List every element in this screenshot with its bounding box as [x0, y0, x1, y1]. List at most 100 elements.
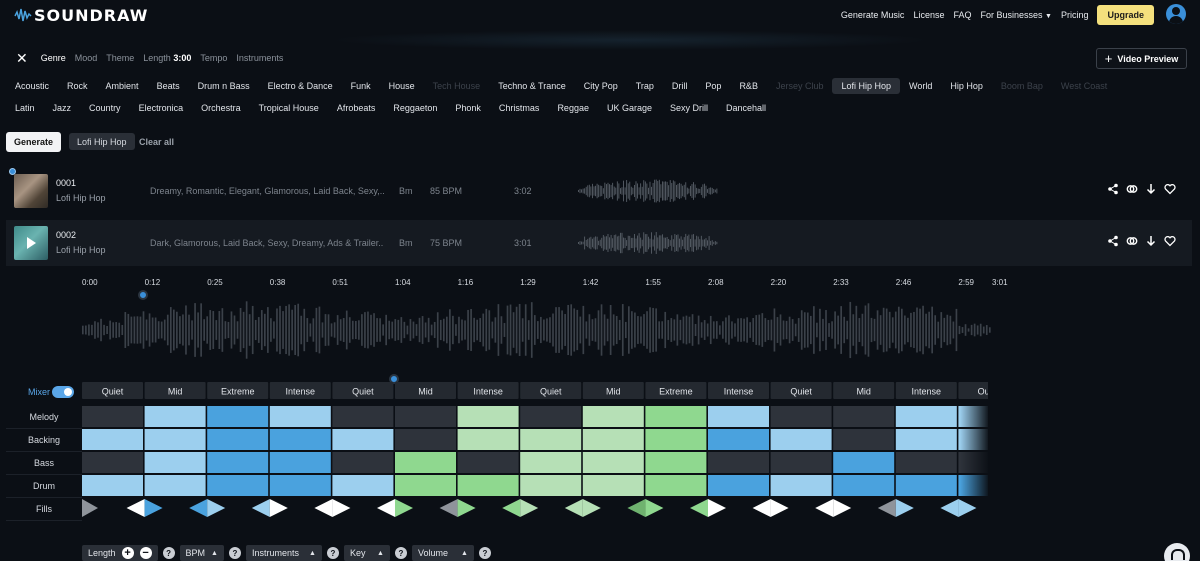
fill-triangle[interactable] [770, 499, 789, 517]
genre-chip[interactable]: Ambient [97, 78, 148, 94]
genre-chip[interactable]: Drum n Bass [189, 78, 259, 94]
logo[interactable]: SOUNDRAW [14, 5, 148, 25]
mixer-cell[interactable] [144, 406, 206, 427]
mixer-cell[interactable] [82, 429, 143, 450]
track-waveform[interactable] [578, 178, 718, 204]
genre-chip[interactable]: Electro & Dance [259, 78, 342, 94]
tab-mood[interactable]: Mood [75, 53, 98, 63]
fill-triangle[interactable] [144, 499, 163, 517]
fill-triangle[interactable] [895, 499, 914, 517]
fill-triangle[interactable] [457, 499, 476, 517]
download-icon[interactable] [1145, 235, 1157, 247]
fill-triangle[interactable] [627, 499, 646, 517]
mixer-cell[interactable] [144, 452, 206, 473]
genre-chip[interactable]: Techno & Trance [489, 78, 575, 94]
minus-icon[interactable]: − [139, 547, 152, 559]
help-icon[interactable]: ? [228, 547, 241, 559]
genre-chip[interactable]: House [380, 78, 424, 94]
mixer-cell[interactable] [582, 406, 644, 427]
genre-chip[interactable]: Dancehall [717, 100, 775, 116]
fill-triangle[interactable] [520, 499, 539, 517]
track-waveform[interactable] [578, 230, 718, 256]
genre-chip[interactable]: Tech House [424, 78, 490, 94]
share-icon[interactable] [1107, 235, 1119, 247]
genre-chip[interactable]: Funk [342, 78, 380, 94]
mixer-cell[interactable] [332, 452, 394, 473]
mixer-cell[interactable] [269, 452, 331, 473]
mixer-cell[interactable] [645, 406, 707, 427]
fill-triangle[interactable] [314, 499, 333, 517]
mixer-cell[interactable] [395, 406, 456, 427]
close-icon[interactable]: ✕ [16, 51, 28, 65]
track-thumbnail[interactable] [14, 174, 48, 208]
genre-chip[interactable]: City Pop [575, 78, 627, 94]
mixer-cell[interactable] [457, 452, 519, 473]
fill-triangle[interactable] [439, 499, 458, 517]
nav-pricing[interactable]: Pricing [1061, 10, 1089, 20]
nav-for-businesses[interactable]: For Businesses ▼ [980, 10, 1051, 20]
nav-generate-music[interactable]: Generate Music [841, 10, 905, 20]
mixer-cell[interactable] [770, 475, 832, 496]
genre-chip[interactable]: Trap [627, 78, 663, 94]
fill-triangle[interactable] [940, 499, 959, 517]
fill-triangle[interactable] [502, 499, 521, 517]
genre-chip[interactable]: Acoustic [6, 78, 58, 94]
plus-icon[interactable]: + [121, 547, 134, 559]
mixer-cell[interactable] [457, 406, 519, 427]
mixer-cell[interactable] [457, 429, 519, 450]
instruments-control[interactable]: Instruments ▲ [245, 545, 322, 561]
genre-chip[interactable]: UK Garage [598, 100, 661, 116]
heart-icon[interactable] [1164, 183, 1176, 195]
mixer-cell[interactable] [395, 429, 456, 450]
upgrade-button[interactable]: Upgrade [1097, 5, 1154, 25]
mixer-cell[interactable] [207, 406, 269, 427]
clear-all-button[interactable]: Clear all [139, 137, 174, 147]
mixer-cell[interactable] [144, 429, 206, 450]
mixer-cell[interactable] [833, 452, 895, 473]
mixer-cell[interactable] [332, 429, 394, 450]
genre-chip[interactable]: Reggae [548, 100, 598, 116]
mixer-cell[interactable] [395, 475, 456, 496]
genre-chip[interactable]: Jersey Club [767, 78, 833, 94]
genre-chip[interactable]: Electronica [130, 100, 193, 116]
fill-triangle[interactable] [332, 499, 351, 517]
mixer-cell[interactable] [833, 475, 895, 496]
fill-triangle[interactable] [877, 499, 896, 517]
fill-triangle[interactable] [395, 499, 413, 517]
fill-triangle[interactable] [207, 499, 226, 517]
nav-faq[interactable]: FAQ [953, 10, 971, 20]
genre-chip[interactable]: West Coast [1052, 78, 1116, 94]
main-waveform[interactable] [82, 298, 992, 362]
generate-button[interactable]: Generate [6, 132, 61, 152]
fill-triangle[interactable] [690, 499, 708, 517]
bpm-control[interactable]: BPM ▲ [179, 545, 224, 561]
mixer-cell[interactable] [833, 429, 895, 450]
mixer-cell[interactable] [645, 452, 707, 473]
track-row[interactable]: 0001 Lofi Hip Hop Dreamy, Romantic, Eleg… [6, 168, 1192, 214]
genre-chip[interactable]: Tropical House [250, 100, 328, 116]
genre-chip[interactable]: Christmas [490, 100, 549, 116]
mixer-cell[interactable] [770, 429, 832, 450]
genre-chip[interactable]: Country [80, 100, 130, 116]
fill-triangle[interactable] [564, 499, 583, 517]
genre-chip[interactable]: Drill [663, 78, 697, 94]
fill-triangle[interactable] [833, 499, 852, 517]
mixer-cell[interactable] [395, 452, 456, 473]
genre-chip[interactable]: Orchestra [192, 100, 250, 116]
user-avatar-icon[interactable] [1166, 4, 1186, 24]
mixer-cell[interactable] [520, 429, 582, 450]
track-thumbnail[interactable] [14, 226, 48, 260]
fill-triangle[interactable] [708, 499, 726, 517]
mixer-cell[interactable] [895, 406, 957, 427]
fill-triangle[interactable] [582, 499, 601, 517]
mixer-cell[interactable] [457, 475, 519, 496]
genre-chip[interactable]: Hip Hop [941, 78, 992, 94]
nav-license[interactable]: License [913, 10, 944, 20]
fill-triangle[interactable] [958, 499, 977, 517]
help-icon[interactable]: ? [394, 547, 407, 559]
fill-triangle[interactable] [377, 499, 395, 517]
fill-triangle[interactable] [752, 499, 771, 517]
help-icon[interactable]: ? [326, 547, 339, 559]
mixer-cell[interactable] [582, 475, 644, 496]
fill-triangle[interactable] [189, 499, 208, 517]
